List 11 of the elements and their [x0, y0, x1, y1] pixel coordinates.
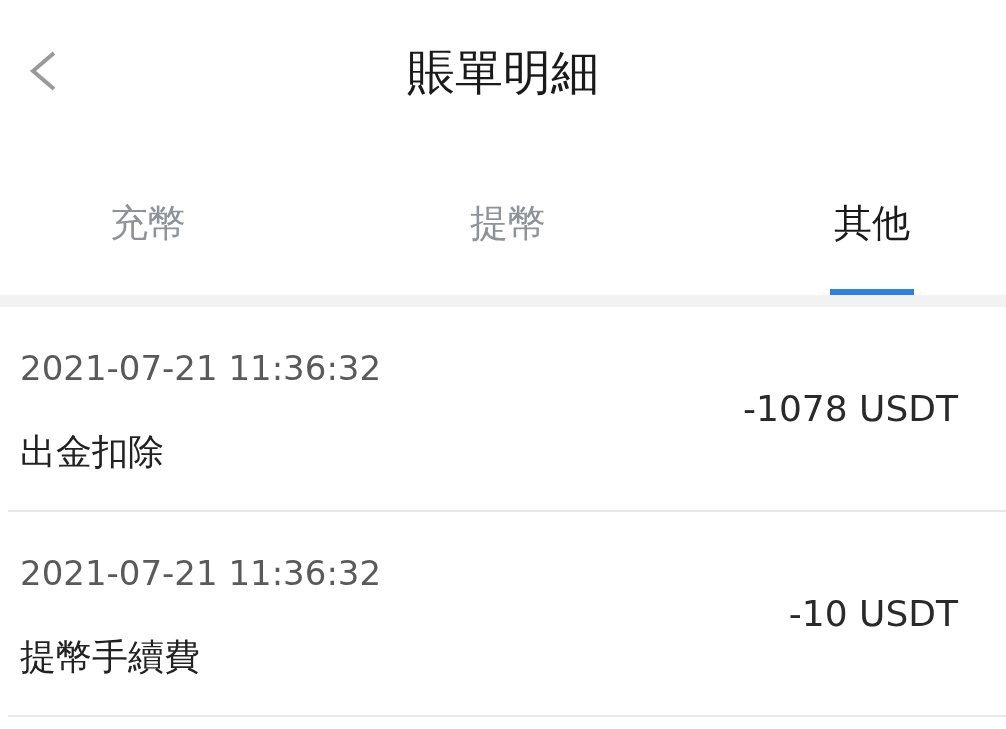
- tab[interactable]: 提幣: [470, 198, 546, 249]
- page-title: 賬單明細: [407, 42, 599, 102]
- record-amount: -1078 USDT: [743, 388, 958, 429]
- record-time: 2021-07-21 11:36:32: [20, 348, 382, 388]
- record-amount: -10 USDT: [788, 593, 958, 634]
- record-time: 2021-07-21 11:36:32: [20, 553, 382, 593]
- record-description: 出金扣除: [20, 430, 165, 474]
- tab[interactable]: 充幣: [110, 198, 186, 249]
- record-description: 提幣手續費: [20, 635, 201, 679]
- back-icon[interactable]: [28, 50, 58, 92]
- tab[interactable]: 其他: [834, 198, 910, 249]
